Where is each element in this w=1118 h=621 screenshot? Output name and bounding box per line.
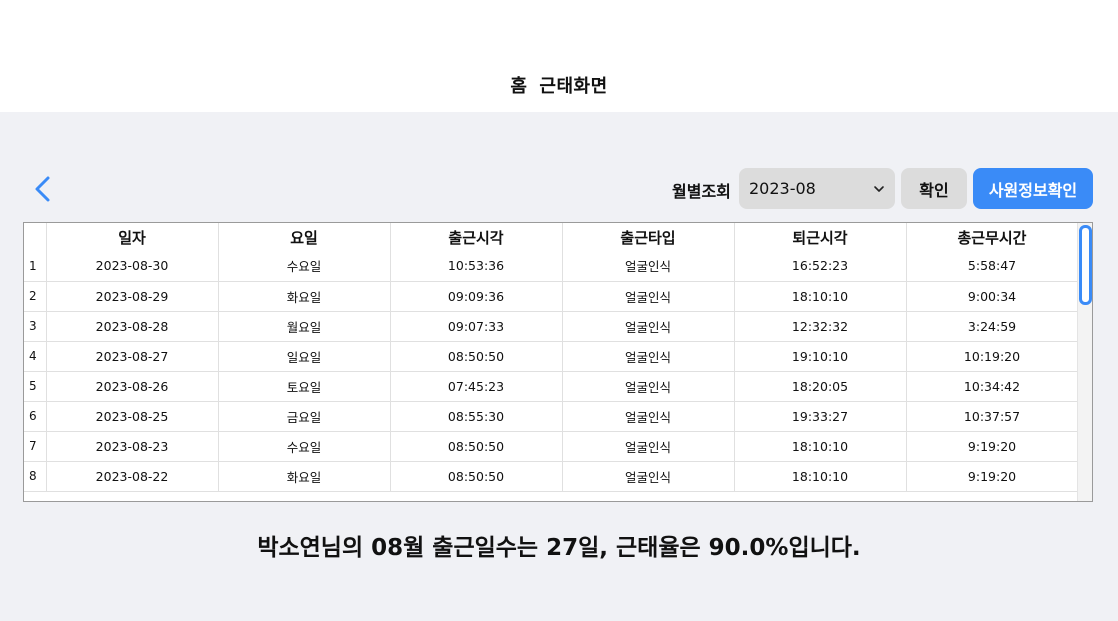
column-header-total-hours[interactable]: 총근무시간 <box>906 223 1079 251</box>
table-scrollbar[interactable] <box>1077 223 1092 501</box>
row-index: 7 <box>24 431 47 462</box>
table-row[interactable]: 4 2023-08-27 일요일 08:50:50 얼굴인식 19:10:10 10:19:… <box>24 341 1079 372</box>
monthly-query-label: 월별조회 <box>672 182 731 201</box>
cell-total-hours: 9:19:20 <box>906 461 1079 492</box>
chevron-down-icon <box>874 185 884 192</box>
cell-total-hours: 9:00:34 <box>906 281 1079 312</box>
cell-day: 화요일 <box>218 281 391 312</box>
cell-check-out: 18:10:10 <box>734 281 907 312</box>
cell-date: 2023-08-25 <box>46 401 219 432</box>
scrollbar-thumb[interactable] <box>1079 225 1092 305</box>
row-index: 3 <box>24 311 47 342</box>
cell-date: 2023-08-23 <box>46 431 219 462</box>
cell-date: 2023-08-29 <box>46 281 219 312</box>
cell-check-out: 18:10:10 <box>734 431 907 462</box>
table-row[interactable]: 5 2023-08-26 토요일 07:45:23 얼굴인식 18:20:05 10:34:… <box>24 371 1079 402</box>
attendance-summary: 박소연님의 08월 출근일수는 27일, 근태율은 90.0%입니다. <box>257 535 861 561</box>
header-bar: 홈 근태화면 <box>0 0 1118 112</box>
column-header-check-in[interactable]: 출근시각 <box>390 223 563 251</box>
cell-check-in-type: 얼굴인식 <box>562 371 735 402</box>
cell-total-hours: 10:37:57 <box>906 401 1079 432</box>
cell-check-in-type: 얼굴인식 <box>562 401 735 432</box>
cell-check-in-type: 얼굴인식 <box>562 251 735 282</box>
cell-check-in: 07:45:23 <box>390 371 563 402</box>
row-index: 8 <box>24 461 47 492</box>
cell-day: 금요일 <box>218 401 391 432</box>
cell-check-in-type: 얼굴인식 <box>562 431 735 462</box>
cell-check-out: 18:20:05 <box>734 371 907 402</box>
column-header-date[interactable]: 일자 <box>46 223 219 251</box>
cell-check-in: 09:07:33 <box>390 311 563 342</box>
table-row[interactable]: 1 2023-08-30 수요일 10:53:36 얼굴인식 16:52:23 5:58:4… <box>24 251 1079 282</box>
cell-total-hours: 9:19:20 <box>906 431 1079 462</box>
page-title-text: 근태화면 <box>539 76 608 97</box>
month-select-value: 2023-08 <box>749 179 816 198</box>
row-index: 5 <box>24 371 47 402</box>
cell-date: 2023-08-27 <box>46 341 219 372</box>
cell-day: 화요일 <box>218 461 391 492</box>
attendance-table: 일자 요일 출근시각 출근타입 퇴근시각 총근무시간 1 2023-08-30 수요… <box>23 222 1093 502</box>
row-index: 2 <box>24 281 47 312</box>
chevron-left-icon <box>35 176 50 202</box>
cell-check-in: 08:50:50 <box>390 431 563 462</box>
confirm-button[interactable]: 확인 <box>901 168 967 209</box>
table-row[interactable]: 6 2023-08-25 금요일 08:55:30 얼굴인식 19:33:27 10:37:… <box>24 401 1079 432</box>
cell-check-out: 19:33:27 <box>734 401 907 432</box>
row-index: 1 <box>24 251 47 282</box>
row-index: 6 <box>24 401 47 432</box>
table-row[interactable]: 2 2023-08-29 화요일 09:09:36 얼굴인식 18:10:10 9:00:3… <box>24 281 1079 312</box>
cell-check-in: 08:50:50 <box>390 461 563 492</box>
cell-check-in-type: 얼굴인식 <box>562 281 735 312</box>
cell-check-in: 08:55:30 <box>390 401 563 432</box>
cell-total-hours: 10:34:42 <box>906 371 1079 402</box>
cell-check-in: 09:09:36 <box>390 281 563 312</box>
cell-check-in-type: 얼굴인식 <box>562 341 735 372</box>
cell-date: 2023-08-22 <box>46 461 219 492</box>
column-header-day[interactable]: 요일 <box>218 223 391 251</box>
table-row[interactable]: 7 2023-08-23 수요일 08:50:50 얼굴인식 18:10:10 9:19:2… <box>24 431 1079 462</box>
cell-total-hours: 10:19:20 <box>906 341 1079 372</box>
cell-check-out: 18:10:10 <box>734 461 907 492</box>
column-header-check-in-type[interactable]: 출근타입 <box>562 223 735 251</box>
cell-day: 일요일 <box>218 341 391 372</box>
month-select[interactable]: 2023-08 <box>739 168 895 209</box>
page-title: 홈 근태화면 <box>0 72 1118 98</box>
cell-check-in: 10:53:36 <box>390 251 563 282</box>
row-index: 4 <box>24 341 47 372</box>
cell-check-in-type: 얼굴인식 <box>562 311 735 342</box>
cell-day: 월요일 <box>218 311 391 342</box>
cell-date: 2023-08-30 <box>46 251 219 282</box>
cell-check-out: 19:10:10 <box>734 341 907 372</box>
cell-date: 2023-08-26 <box>46 371 219 402</box>
cell-check-in: 08:50:50 <box>390 341 563 372</box>
table-header-row: 일자 요일 출근시각 출근타입 퇴근시각 총근무시간 <box>24 223 1079 251</box>
cell-check-out: 12:32:32 <box>734 311 907 342</box>
header-index <box>24 223 47 251</box>
table-row[interactable]: 3 2023-08-28 월요일 09:07:33 얼굴인식 12:32:32 3:24:5… <box>24 311 1079 342</box>
home-link[interactable]: 홈 <box>510 76 527 97</box>
cell-day: 수요일 <box>218 251 391 282</box>
table-row[interactable]: 8 2023-08-22 화요일 08:50:50 얼굴인식 18:10:10 9:19:2… <box>24 461 1079 492</box>
column-header-check-out[interactable]: 퇴근시각 <box>734 223 907 251</box>
cell-total-hours: 5:58:47 <box>906 251 1079 282</box>
back-button[interactable] <box>30 174 56 204</box>
cell-date: 2023-08-28 <box>46 311 219 342</box>
employee-info-button[interactable]: 사원정보확인 <box>973 168 1093 209</box>
cell-check-out: 16:52:23 <box>734 251 907 282</box>
cell-day: 토요일 <box>218 371 391 402</box>
cell-day: 수요일 <box>218 431 391 462</box>
cell-total-hours: 3:24:59 <box>906 311 1079 342</box>
cell-check-in-type: 얼굴인식 <box>562 461 735 492</box>
